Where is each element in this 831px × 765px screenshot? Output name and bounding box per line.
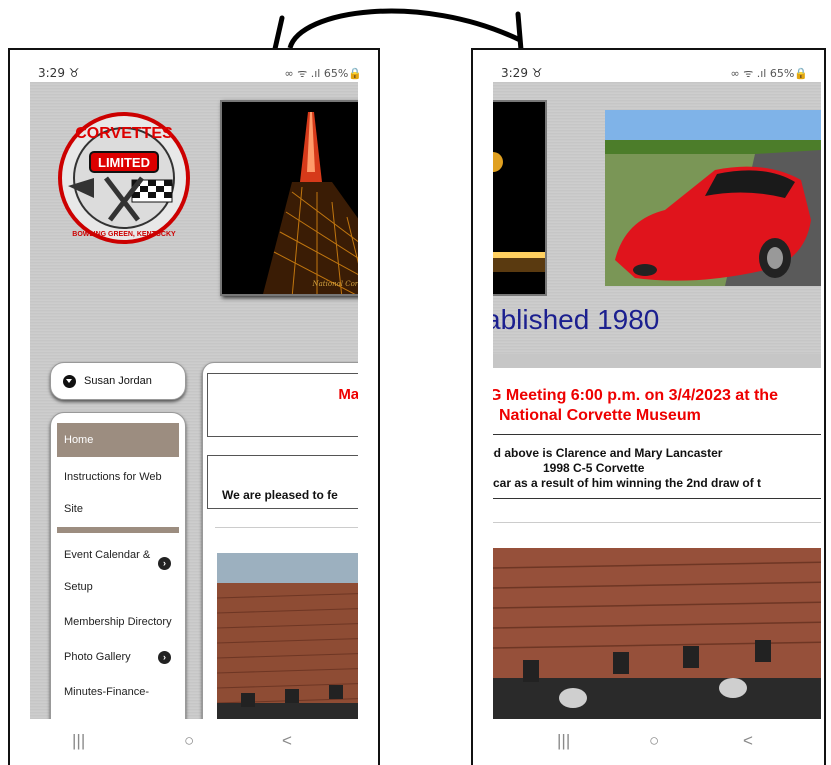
brick-building-photo [493, 548, 821, 720]
chevron-right-icon[interactable]: › [158, 651, 171, 664]
user-account-button[interactable]: Susan Jordan [50, 362, 186, 400]
menu-item-label: Membership Directory [64, 616, 172, 628]
monument-caption: National Corvette [312, 280, 359, 288]
welcome-message: We are pleased to fe [207, 455, 358, 509]
status-bar: 3:29 ♉ ∞ ᯤ .ıl 65%🔒 [10, 64, 378, 84]
menu-item-event-calendar[interactable]: Event Calendar & Setup › [57, 539, 179, 603]
menu-item-photo-gallery[interactable]: Photo Gallery › [57, 642, 179, 673]
corvettes-limited-logo: CORVETTES LIMITED BOWLING GREEN, KENTUCK… [58, 112, 190, 244]
home-button[interactable]: ○ [649, 731, 659, 751]
main-content-panel: G Meeting 6:00 p.m. on 3/4/2023 at the N… [493, 354, 821, 720]
divider [215, 527, 358, 528]
divider [493, 434, 821, 435]
recent-apps-button[interactable]: ||| [557, 731, 570, 751]
logo-middle-text: LIMITED [98, 155, 150, 170]
museum-night-photo [493, 100, 547, 296]
panel-top-edge [493, 354, 821, 368]
menu-item-label: Instructions for Web Site [64, 471, 162, 515]
status-time: 3:29 ♉ [38, 66, 80, 80]
meeting-announcement: G Meeting 6:00 p.m. on 3/4/2023 at the N… [493, 386, 778, 426]
android-nav-bar: ||| ○ < [473, 719, 824, 765]
divider [493, 498, 821, 499]
status-bar: 3:29 ♉ ∞ ᯤ .ıl 65%🔒 [473, 64, 824, 84]
menu-item-label: Event Calendar & Setup [64, 549, 151, 593]
menu-item-home[interactable]: Home [57, 423, 179, 457]
status-time: 3:29 ♉ [501, 66, 543, 80]
established-heading: ablished 1980 [493, 304, 660, 335]
phone-right: 3:29 ♉ ∞ ᯤ .ıl 65%🔒 ablished 1980 G Meet… [471, 48, 826, 765]
phone-left: 3:29 ♉ ∞ ᯤ .ıl 65%🔒 CORVETTES LIMITED BO… [8, 48, 380, 765]
recent-apps-button[interactable]: ||| [72, 731, 85, 751]
banner-text: Mar [338, 386, 358, 403]
caption-line-3: car as a result of him winning the 2nd d… [493, 476, 762, 490]
dropdown-circle-icon [63, 374, 76, 388]
back-button[interactable]: < [282, 731, 292, 751]
menu-item-minutes[interactable]: Minutes-Finance- [57, 677, 179, 708]
home-button[interactable]: ○ [184, 731, 194, 751]
menu-divider [57, 527, 179, 533]
back-button[interactable]: < [743, 731, 753, 751]
caption-line-1: ed above is Clarence and Mary Lancaster [493, 446, 723, 460]
brick-building-photo [217, 553, 358, 720]
meeting-line-2: National Corvette Museum [499, 407, 701, 424]
logo-bottom-text: BOWLING GREEN, KENTUCKY [72, 231, 176, 238]
status-icons: ∞ ᯤ .ıl 65%🔒 [730, 67, 808, 80]
museum-night-photo: National Corvette [220, 100, 358, 296]
announcement-banner: Mar [207, 373, 358, 437]
android-nav-bar: ||| ○ < [10, 719, 378, 765]
main-content-panel: Mar We are pleased to fe [202, 362, 358, 720]
meeting-line-1: G Meeting 6:00 p.m. on 3/4/2023 at the [493, 387, 778, 404]
logo-top-text: CORVETTES [75, 125, 173, 142]
red-corvette-photo [605, 110, 821, 286]
menu-item-instructions[interactable]: Instructions for Web Site [57, 461, 179, 525]
sidebar-menu: Home Instructions for Web Site Event Cal… [50, 412, 186, 720]
chevron-right-icon[interactable]: › [158, 557, 171, 570]
user-name: Susan Jordan [84, 375, 152, 387]
divider [493, 522, 821, 523]
menu-item-label: Photo Gallery [64, 651, 131, 663]
welcome-text: We are pleased to fe [222, 488, 338, 502]
comparison-canvas: 3:29 ♉ ∞ ᯤ .ıl 65%🔒 CORVETTES LIMITED BO… [0, 0, 831, 765]
browser-viewport[interactable]: ablished 1980 G Meeting 6:00 p.m. on 3/4… [493, 82, 821, 720]
browser-viewport[interactable]: CORVETTES LIMITED BOWLING GREEN, KENTUCK… [30, 82, 358, 720]
photo-caption: ed above is Clarence and Mary Lancaster … [493, 446, 761, 491]
menu-item-membership[interactable]: Membership Directory [57, 607, 179, 638]
status-icons: ∞ ᯤ .ıl 65%🔒 [284, 67, 362, 80]
caption-line-2: 1998 C-5 Corvette [543, 461, 645, 475]
